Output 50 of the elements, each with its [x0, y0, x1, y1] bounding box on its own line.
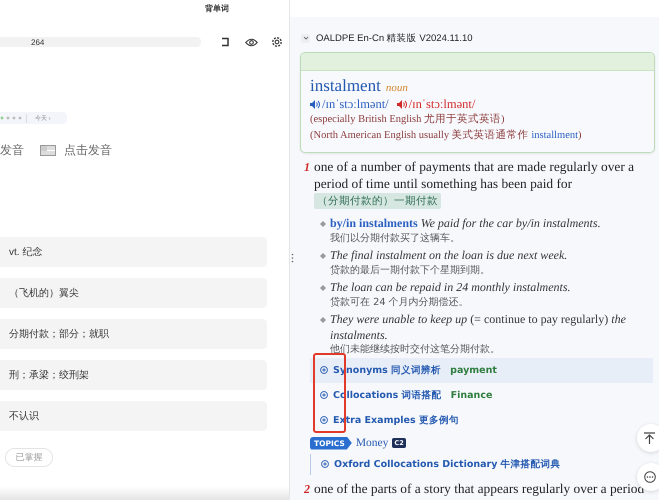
collocations-link[interactable]: Oxford Collocations Dictionary 牛津搭配词典	[334, 458, 561, 470]
window-title: 背单词	[205, 3, 229, 14]
more-icon	[644, 471, 656, 483]
chevron-down-icon	[302, 36, 308, 40]
expand-icon	[320, 391, 328, 399]
progress-dots-icon	[0, 116, 22, 120]
sense-number: 2	[304, 480, 310, 498]
expand-icon	[320, 416, 328, 424]
usage-note: (especially British English 尤用于英式英语)	[310, 112, 506, 127]
headword: instalment	[310, 76, 381, 96]
speaker-icon[interactable]	[310, 100, 320, 109]
usage-note: (North American English usually 美式英语通常作 installment)	[310, 128, 583, 143]
flag-icon	[40, 145, 56, 156]
bullet-icon	[320, 221, 326, 227]
pronounce-label[interactable]: 点击发音	[64, 142, 112, 159]
drag-handle-icon[interactable]	[291, 253, 294, 263]
example-sentence: The final instalment on the loan is due next week.	[330, 248, 568, 264]
definition: one of a number of payments that are made regularly over a period of time until something has been paid for	[314, 159, 636, 192]
example-translation: 他们未能继续按时交付这笔分期付款。	[330, 343, 501, 357]
speaker-icon[interactable]	[396, 100, 407, 109]
word-count: 264	[31, 38, 44, 46]
dictionary-name: OALDPE En-Cn 精装版 V2024.11.10	[316, 32, 473, 44]
sense-number: 1	[304, 159, 310, 176]
answer-option[interactable]: （飞机的）翼尖	[0, 278, 267, 308]
scroll-top-button[interactable]	[637, 424, 659, 452]
example-sentence: by/in instalments We paid for the car by/in instalments.	[330, 216, 601, 232]
expand-icon	[320, 366, 328, 374]
answer-option[interactable]: vt. 纪念	[0, 237, 267, 267]
answer-option[interactable]: 刑；承梁；绞刑架	[0, 360, 267, 390]
example-translation: 我们以分期付款买了这辆车。	[330, 232, 461, 246]
answer-option[interactable]: 分期付款；部分；就职	[0, 319, 267, 349]
definition-translation: （分期付款的）一期付款	[314, 193, 441, 209]
phonetic-text: /ɪnˈstɔːlmənt/	[322, 97, 389, 112]
part-of-speech: noun	[386, 82, 408, 94]
phonetic-text: /ɪnˈstɔːlmənt/	[408, 97, 476, 112]
topic-link[interactable]: Money	[356, 437, 388, 449]
answer-option[interactable]: 不认识	[0, 401, 267, 431]
example-translation: 贷款的最后一期付款下个星期到期。	[330, 264, 491, 278]
bullet-icon	[320, 317, 326, 323]
collapse-button[interactable]	[301, 34, 310, 42]
pronounce-label[interactable]: 发音	[0, 142, 24, 159]
cross-reference-link[interactable]: installment	[531, 130, 578, 141]
bullet-icon	[320, 285, 326, 291]
example-sentence: The loan can be repaid in 24 monthly instalments.	[330, 280, 571, 296]
bullet-icon	[320, 253, 326, 259]
expand-icon	[321, 460, 329, 468]
settings-icon[interactable]	[269, 34, 285, 50]
example-translation: 贷款可在 24 个月内分期偿还。	[330, 296, 470, 310]
example-sentence: They were unable to keep up (= continue to pay regularly) the instalments.	[330, 312, 627, 343]
scroll-top-icon	[644, 432, 655, 444]
